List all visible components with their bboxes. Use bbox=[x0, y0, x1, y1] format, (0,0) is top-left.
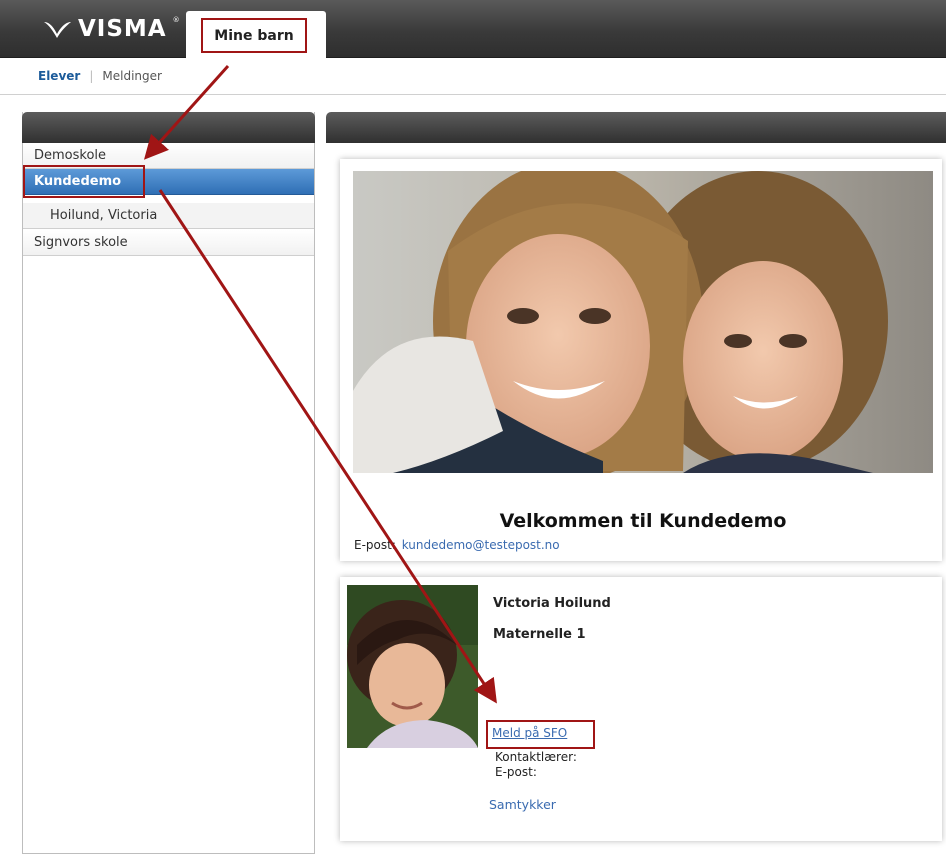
top-bar: VISMA ® Mine barn bbox=[0, 0, 946, 58]
sfo-signup-link[interactable]: Meld på SFO bbox=[492, 726, 567, 740]
sub-navigation: Elever | Meldinger bbox=[0, 58, 946, 95]
sidebar-item-label: Signvors skole bbox=[34, 235, 128, 250]
visma-logo[interactable]: VISMA ® bbox=[42, 16, 180, 42]
sidebar-item-hoilund-victoria[interactable]: Hoilund, Victoria bbox=[23, 203, 314, 229]
logo-registered: ® bbox=[172, 16, 180, 24]
sidebar-header bbox=[22, 112, 315, 143]
consent-link[interactable]: Samtykker bbox=[489, 797, 556, 812]
school-email-link[interactable]: kundedemo@testepost.no bbox=[402, 538, 560, 552]
contact-teacher-label: Kontaktlærer: bbox=[495, 750, 577, 764]
sidebar-item-label: Hoilund, Victoria bbox=[50, 208, 158, 223]
subnav-separator: | bbox=[89, 69, 94, 83]
sidebar-item-signvors-skole[interactable]: Signvors skole bbox=[23, 230, 314, 256]
main-header-bar bbox=[326, 112, 946, 143]
school-email-row: E-post: kundedemo@testepost.no bbox=[354, 538, 560, 552]
student-name: Victoria Hoilund bbox=[493, 596, 611, 611]
student-photo bbox=[347, 585, 478, 748]
contact-info: Kontaktlærer: E-post: bbox=[495, 750, 577, 780]
visma-swoosh-icon bbox=[44, 22, 71, 38]
sidebar-item-label: Demoskole bbox=[34, 148, 107, 163]
student-class: Maternelle 1 bbox=[493, 627, 586, 642]
tab-mine-barn[interactable]: Mine barn bbox=[201, 18, 307, 53]
welcome-heading: Velkommen til Kundedemo bbox=[499, 510, 787, 532]
logo-text: VISMA bbox=[78, 16, 167, 42]
school-hero-image bbox=[353, 171, 933, 473]
student-email-label: E-post: bbox=[495, 765, 537, 779]
subnav-meldinger[interactable]: Meldinger bbox=[102, 69, 162, 83]
email-label: E-post: bbox=[354, 538, 396, 552]
highlight-box-kundedemo bbox=[23, 165, 145, 198]
subnav-elever[interactable]: Elever bbox=[38, 69, 80, 83]
